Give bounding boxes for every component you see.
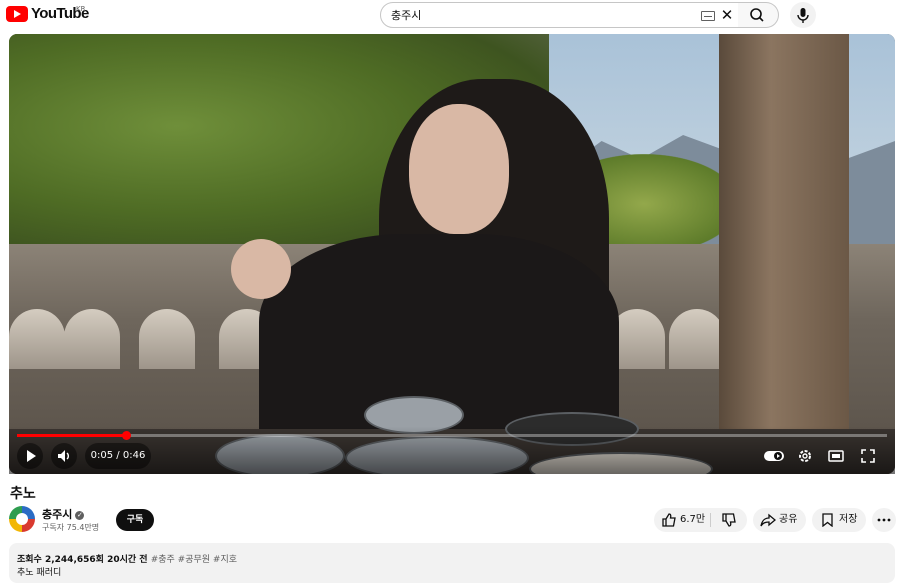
like-button[interactable]: 6.7만 bbox=[654, 508, 710, 532]
search-icon bbox=[750, 8, 764, 22]
clear-icon[interactable]: ✕ bbox=[719, 6, 735, 24]
share-icon bbox=[760, 513, 776, 527]
subscriber-count: 구독자 75.4만명 bbox=[42, 523, 100, 532]
search-button[interactable] bbox=[738, 2, 779, 28]
youtube-play-icon bbox=[6, 5, 28, 22]
search-input[interactable] bbox=[391, 6, 691, 24]
scrubber-handle[interactable] bbox=[121, 431, 131, 440]
search-bar: ✕ bbox=[380, 2, 779, 28]
volume-button[interactable] bbox=[51, 443, 77, 469]
play-button[interactable] bbox=[17, 443, 43, 469]
search-box: ✕ bbox=[380, 2, 740, 28]
save-label: 저장 bbox=[839, 514, 858, 525]
progress-played bbox=[17, 434, 126, 437]
like-count: 6.7만 bbox=[680, 514, 706, 525]
dislike-button[interactable] bbox=[711, 508, 747, 532]
hashtags[interactable]: #충주 #공무원 #지호 bbox=[151, 555, 237, 565]
save-button[interactable]: 저장 bbox=[812, 508, 866, 532]
channel-avatar[interactable] bbox=[9, 506, 35, 532]
video-frame-roof-tile bbox=[669, 309, 725, 369]
channel-name[interactable]: 충주시 bbox=[42, 508, 72, 521]
theater-icon bbox=[828, 450, 844, 462]
thumbs-up-icon bbox=[662, 513, 676, 527]
like-dislike-group: 6.7만 bbox=[654, 508, 747, 532]
description-meta: 조회수 2,244,656회 20시간 전 #충주 #공무원 #지호 bbox=[17, 552, 237, 565]
view-count: 조회수 2,244,656회 bbox=[17, 555, 104, 565]
player-controls: 0:05 / 0:46 bbox=[9, 426, 895, 474]
keyboard-icon[interactable] bbox=[701, 11, 715, 21]
voice-search-button[interactable] bbox=[790, 2, 816, 28]
video-frame-roof-tile bbox=[64, 309, 120, 369]
description-box[interactable]: 조회수 2,244,656회 20시간 전 #충주 #공무원 #지호 추노 패러… bbox=[9, 543, 895, 583]
thumbs-down-icon bbox=[722, 513, 736, 527]
autoplay-toggle[interactable] bbox=[761, 443, 787, 469]
progress-bar[interactable] bbox=[17, 431, 887, 440]
microphone-icon bbox=[797, 8, 809, 23]
video-frame-person-hand bbox=[231, 239, 291, 299]
autoplay-toggle-icon bbox=[764, 451, 784, 461]
subscribe-button[interactable]: 구독 bbox=[116, 509, 154, 531]
gear-icon bbox=[799, 450, 811, 462]
settings-button[interactable] bbox=[792, 443, 818, 469]
play-icon bbox=[27, 450, 36, 462]
more-actions-button[interactable] bbox=[872, 508, 896, 532]
youtube-logo[interactable]: YouTube KR bbox=[6, 5, 89, 22]
more-horizontal-icon bbox=[877, 518, 891, 522]
video-frame-roof-tile bbox=[9, 309, 65, 369]
video-frame-roof-tile bbox=[139, 309, 195, 369]
video-title: 추노 bbox=[10, 486, 36, 502]
video-player[interactable] bbox=[9, 34, 895, 474]
time-display: 0:05 / 0:46 bbox=[85, 443, 151, 469]
video-frame-wooden-post bbox=[719, 34, 849, 454]
share-label: 공유 bbox=[779, 514, 798, 525]
video-frame-person-face bbox=[409, 104, 509, 234]
fullscreen-icon bbox=[861, 449, 875, 463]
upload-age: 20시간 전 bbox=[107, 555, 148, 565]
description-text: 추노 패러디 bbox=[17, 568, 62, 578]
theater-mode-button[interactable] bbox=[823, 443, 849, 469]
volume-icon bbox=[58, 450, 69, 462]
bookmark-icon bbox=[822, 513, 833, 527]
fullscreen-button[interactable] bbox=[855, 443, 881, 469]
country-code: KR bbox=[76, 5, 86, 13]
verified-icon: ✓ bbox=[75, 511, 85, 520]
share-button[interactable]: 공유 bbox=[753, 508, 806, 532]
masthead: YouTube KR ✕ bbox=[0, 0, 900, 32]
channel-name-row[interactable]: 충주시 ✓ bbox=[42, 506, 85, 522]
